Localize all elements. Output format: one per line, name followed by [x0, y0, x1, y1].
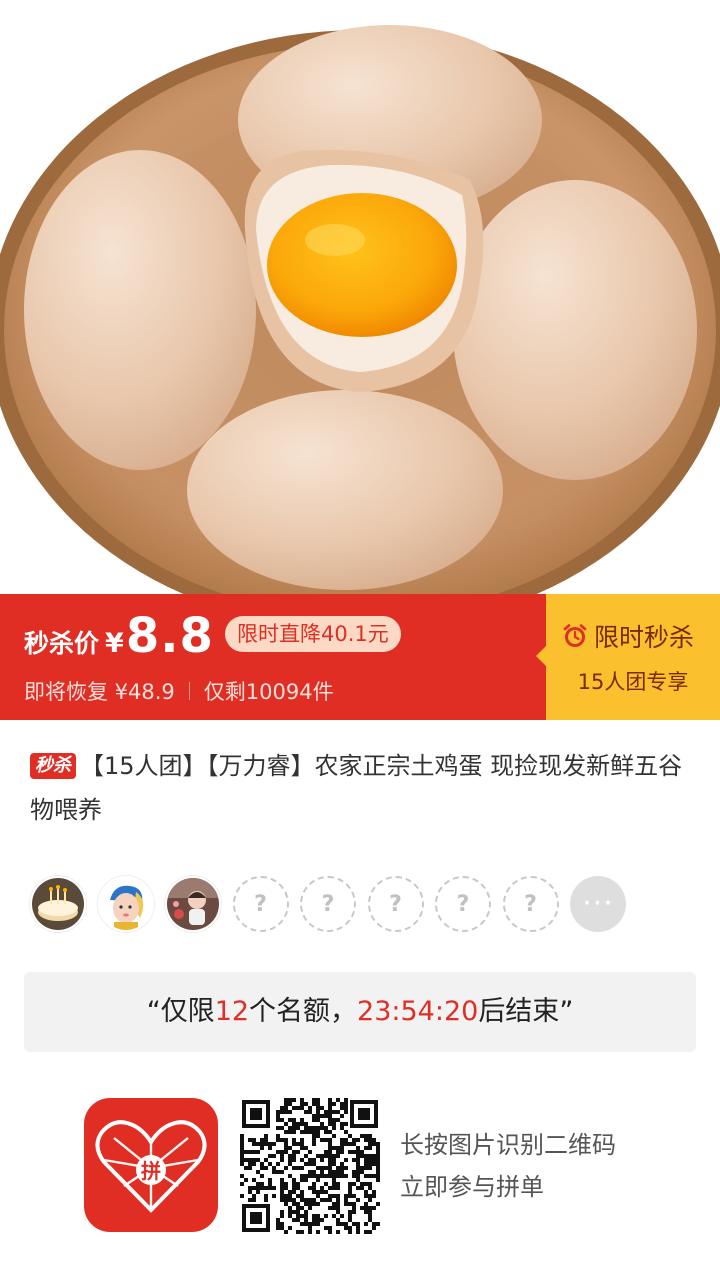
flash-sale-panel: 限时秒杀 15人团专享 — [536, 594, 720, 720]
empty-avatar-slot: ? — [367, 876, 424, 932]
quota-mid-text: 个名额， — [249, 996, 358, 1027]
close-quote: ” — [559, 996, 574, 1027]
empty-avatar-slot: ? — [232, 876, 289, 932]
avatar-girl-turban[interactable] — [97, 876, 154, 932]
countdown-timer: 23:54:20 — [357, 996, 479, 1027]
quota-countdown-box: “仅限12个名额，23:54:20后结束” — [24, 972, 696, 1052]
join-instruction: 立即参与拼单 — [400, 1173, 544, 1201]
flash-sale-title: 限时秒杀 — [562, 618, 694, 654]
qr-code[interactable] — [240, 1098, 380, 1234]
price-value: 8.8 — [125, 608, 214, 664]
flash-sale-badge: 秒杀 — [30, 753, 76, 779]
empty-avatar-slot: ? — [300, 876, 356, 932]
stock-text: 仅剩10094件 — [203, 680, 334, 704]
quota-suffix: 后结束 — [478, 996, 560, 1027]
empty-avatar-slot: ? — [502, 876, 559, 932]
divider — [188, 682, 190, 700]
quota-count: 12 — [214, 996, 250, 1027]
restore-price-text: 即将恢复 ¥48.9 — [24, 680, 175, 704]
more-members-icon[interactable]: ··· — [570, 876, 626, 932]
price-panel: 秒杀价 ¥ 8.8 限时直降40.1元 即将恢复 ¥48.9 仅剩10094件 — [0, 594, 546, 720]
product-image — [0, 0, 720, 594]
pinduoduo-logo: 拼 — [84, 1098, 218, 1232]
scan-instruction: 长按图片识别二维码 — [400, 1131, 616, 1159]
eggs-in-bowl-illustration — [0, 25, 720, 594]
footer-instructions: 长按图片识别二维码 立即参与拼单 — [400, 1124, 616, 1208]
price-banner: 秒杀价 ¥ 8.8 限时直降40.1元 即将恢复 ¥48.9 仅剩10094件 … — [0, 594, 720, 720]
flash-sale-label: 限时秒杀 — [594, 623, 695, 652]
quota-prefix: 仅限 — [160, 996, 215, 1027]
price-sub-row: 即将恢复 ¥48.9 仅剩10094件 — [24, 676, 334, 706]
currency-symbol: ¥ — [105, 628, 124, 659]
price-drop-pill: 限时直降40.1元 — [225, 616, 401, 652]
product-title: 秒杀 【15人团】【万力睿】农家正宗土鸡蛋 现捡现发新鲜五谷物喂养 — [30, 744, 700, 832]
price-label: 秒杀价 — [24, 629, 100, 658]
group-member-avatars: ? ? ? ? ? ··· — [30, 876, 626, 934]
group-exclusive-text: 15人团专享 — [577, 670, 689, 694]
product-title-text: 【15人团】【万力睿】农家正宗土鸡蛋 现捡现发新鲜五谷物喂养 — [30, 752, 683, 824]
empty-avatar-slot: ? — [435, 876, 491, 932]
logo-text: 拼 — [141, 1159, 161, 1183]
avatar-cake[interactable] — [30, 876, 86, 932]
avatar-figurine[interactable] — [165, 876, 221, 932]
price-row: 秒杀价 ¥ 8.8 — [24, 608, 214, 664]
alarm-clock-icon — [563, 624, 587, 647]
open-quote: “ — [146, 996, 161, 1027]
